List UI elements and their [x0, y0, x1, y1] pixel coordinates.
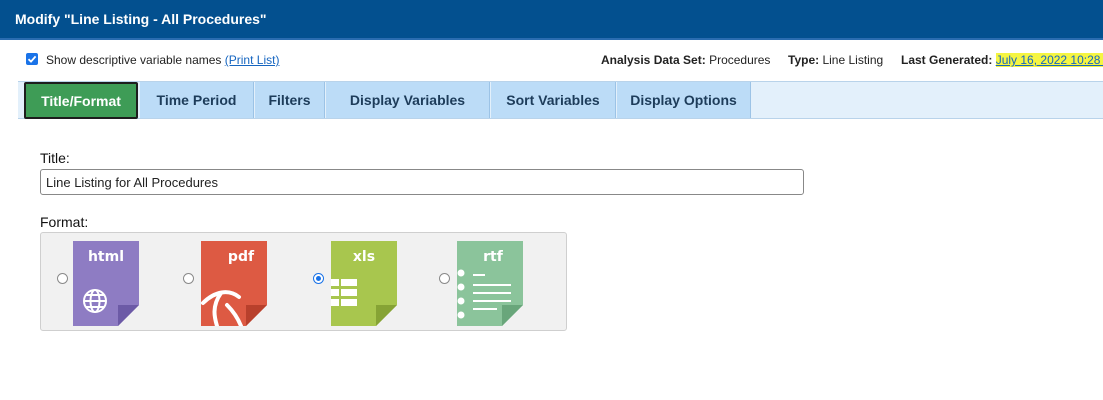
- acrobat-icon: pdf: [201, 241, 267, 326]
- format-radio-pdf[interactable]: [183, 273, 194, 284]
- tab-filters[interactable]: Filters: [255, 82, 325, 118]
- title-input[interactable]: [40, 169, 804, 195]
- svg-text:html: html: [88, 249, 124, 265]
- format-radio-xls[interactable]: [313, 273, 324, 284]
- format-option-html[interactable]: html: [53, 233, 173, 332]
- window-title: Modify "Line Listing - All Procedures": [0, 0, 1103, 40]
- info-bar: Show descriptive variable names (Print L…: [0, 50, 1103, 70]
- last-generated: Last Generated: July 16, 2022 10:28 A: [901, 53, 1103, 67]
- tab-bar: Title/Format Time Period Filters Display…: [18, 81, 1103, 119]
- tab-display-variables[interactable]: Display Variables: [326, 82, 490, 118]
- globe-icon: html: [73, 241, 139, 326]
- format-radio-html[interactable]: [57, 273, 68, 284]
- spreadsheet-icon: xls: [331, 241, 397, 326]
- last-generated-link[interactable]: July 16, 2022 10:28 A: [995, 53, 1103, 67]
- svg-text:xls: xls: [353, 249, 375, 265]
- show-descriptive-label: Show descriptive variable names (Print L…: [46, 53, 280, 67]
- svg-text:rtf: rtf: [483, 249, 504, 265]
- report-type: Type: Line Listing: [788, 53, 884, 67]
- document-lines-icon: rtf: [457, 241, 523, 326]
- tab-time-period[interactable]: Time Period: [140, 82, 254, 118]
- format-option-rtf[interactable]: rtf: [437, 233, 557, 332]
- analysis-data-set: Analysis Data Set: Procedures: [601, 53, 771, 67]
- format-options: html pdf xls rtf: [40, 232, 567, 331]
- svg-text:pdf: pdf: [228, 249, 255, 265]
- tab-title-format[interactable]: Title/Format: [24, 82, 138, 119]
- format-label: Format:: [40, 214, 89, 230]
- format-radio-rtf[interactable]: [439, 273, 450, 284]
- title-label: Title:: [40, 150, 70, 166]
- tab-sort-variables[interactable]: Sort Variables: [491, 82, 616, 118]
- format-option-xls[interactable]: xls: [309, 233, 429, 332]
- print-list-link[interactable]: (Print List): [225, 53, 280, 67]
- show-descriptive-checkbox[interactable]: [26, 53, 38, 65]
- tab-display-options[interactable]: Display Options: [617, 82, 751, 118]
- format-option-pdf[interactable]: pdf: [181, 233, 301, 332]
